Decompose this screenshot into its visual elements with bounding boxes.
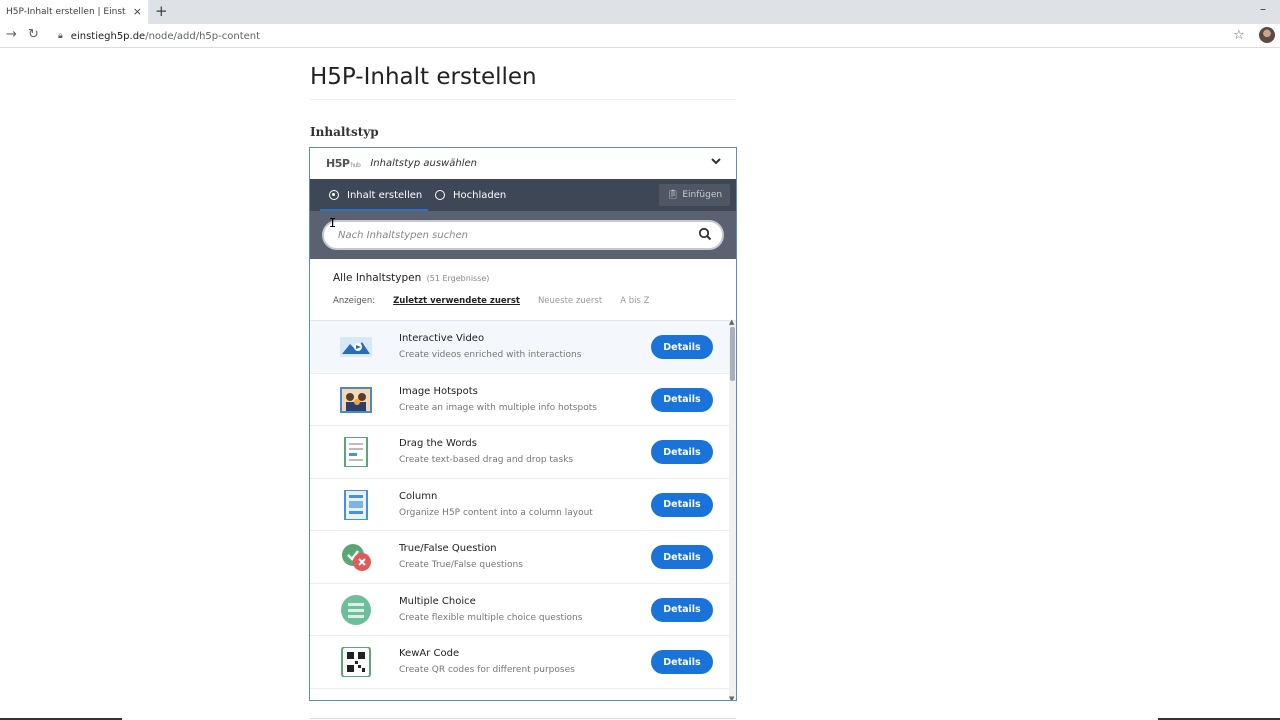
item-desc: Create an image with multiple info hotsp… [399,402,597,413]
hub-logo-text: H5P [326,157,350,170]
sort-label: Anzeigen: [333,296,376,306]
list-item[interactable]: Drag the Words Create text-based drag an… [310,426,730,479]
clipboard-icon: 📋︎ [666,190,679,200]
item-title: Multiple Choice [399,595,476,607]
paste-button[interactable]: 📋︎ Einfügen [659,184,730,206]
tab-close-icon[interactable]: × [133,5,142,18]
profile-avatar[interactable] [1259,27,1275,43]
chevron-down-icon[interactable] [710,155,722,167]
true-false-icon [342,544,371,571]
item-desc: Organize H5P content into a column layou… [399,507,593,518]
scroll-thumb[interactable] [730,327,735,381]
item-desc: Create True/False questions [399,560,523,570]
drag-the-words-icon [344,437,368,467]
lock-icon: 🔒︎ [58,31,63,41]
title-divider [310,99,736,100]
details-button[interactable]: Details [651,440,713,464]
scroll-up-icon[interactable]: ▲ [729,318,734,326]
results-title: Alle Inhaltstypen (51 Ergebnisse) [333,272,489,284]
details-button[interactable]: Details [651,650,713,674]
page-title: H5P-Inhalt erstellen [310,64,537,90]
item-desc: Create flexible multiple choice question… [399,612,583,623]
hub-logo-sub: hub [350,162,361,169]
item-desc: Create QR codes for different purposes [399,665,575,675]
item-title: KewAr Code [399,648,460,659]
reload-icon[interactable]: ↻ [28,27,39,42]
hub-header[interactable]: H5Phub Inhaltstyp auswählen [310,148,736,179]
paste-label: Einfügen [682,190,723,200]
browser-toolbar: → ↻ 🔒︎ einstiegh5p.de/node/add/h5p-conte… [0,24,1280,48]
address-bar[interactable]: 🔒︎ einstiegh5p.de/node/add/h5p-content [52,26,1252,46]
item-desc: Create videos enriched with interactions [399,350,582,360]
bookmark-star-icon[interactable]: ☆ [1233,28,1245,43]
content-type-label: Inhaltstyp [310,125,379,139]
item-title: True/False Question [399,543,497,554]
details-button[interactable]: Details [651,492,713,517]
details-button[interactable]: Details [651,335,713,359]
list-item[interactable]: Interactive Video Create videos enriched… [310,321,730,374]
item-title: Drag the Words [399,438,477,449]
tab-upload-label: Hochladen [453,189,507,201]
sort-a-to-z[interactable]: A bis Z [620,296,649,306]
sort-row: Anzeigen: Zuletzt verwendete zuerst Neue… [333,296,667,306]
hub-tabs: Inhalt erstellen Hochladen 📋︎ Einfügen [310,179,736,211]
details-button[interactable]: Details [651,545,713,569]
details-button[interactable]: Details [651,597,713,622]
qr-code-icon [341,647,371,677]
url-text: einstiegh5p.de/node/add/h5p-content [71,31,260,42]
url-path: /node/add/h5p-content [145,30,261,42]
list-scrollbar[interactable]: ▲ ▼ [729,318,736,700]
hub-select-text: Inhaltstyp auswählen [370,158,477,169]
image-hotspots-icon [340,386,372,413]
h5p-hub-logo: H5Phub [326,157,361,170]
item-title: Interactive Video [399,333,485,344]
list-item[interactable]: Column Organize H5P content into a colum… [310,478,730,531]
search-icon[interactable] [698,227,712,241]
search-box[interactable] [322,220,724,250]
search-area [310,211,736,259]
radio-unselected-icon [435,190,445,200]
tab-title: H5P-Inhalt erstellen | Einstieg [6,7,126,17]
item-desc: Create text-based drag and drop tasks [399,455,574,465]
window-minimize-icon[interactable]: – [1260,2,1266,16]
item-title: Column [399,490,438,502]
tab-upload[interactable]: Hochladen [435,179,506,211]
tab-create-label: Inhalt erstellen [347,189,423,201]
text-cursor-icon: I [329,216,337,230]
bottom-divider [310,718,736,719]
sort-recently-used[interactable]: Zuletzt verwendete zuerst [393,296,520,306]
forward-icon[interactable]: → [6,27,17,42]
interactive-video-icon [340,337,372,357]
search-input[interactable] [338,229,678,241]
results-header: Alle Inhaltstypen (51 Ergebnisse) Anzeig… [310,259,736,321]
browser-tabbar: H5P-Inhalt erstellen | Einstieg × + – [0,0,1280,24]
radio-selected-icon [329,190,339,200]
results-title-text: Alle Inhaltstypen [333,272,422,284]
list-item[interactable]: Image Hotspots Create an image with mult… [310,373,730,426]
tab-create-content[interactable]: Inhalt erstellen [329,179,422,211]
new-tab-icon[interactable]: + [155,2,168,20]
list-item[interactable]: True/False Question Create True/False qu… [310,531,730,584]
multiple-choice-icon [341,594,371,625]
h5p-hub: H5Phub Inhaltstyp auswählen Inhalt erste… [309,147,737,701]
column-icon [344,489,368,520]
item-title: Image Hotspots [399,385,478,397]
sort-newest[interactable]: Neueste zuerst [538,296,602,306]
url-host: einstiegh5p.de [70,30,146,42]
list-item[interactable]: KewAr Code Create QR codes for different… [310,636,730,689]
scroll-down-icon[interactable]: ▼ [729,695,734,700]
browser-tab[interactable]: H5P-Inhalt erstellen | Einstieg × [0,0,148,24]
content-type-list: Interactive Video Create videos enriched… [310,321,730,700]
details-button[interactable]: Details [651,387,713,412]
list-item[interactable]: Multiple Choice Create flexible multiple… [310,583,730,636]
results-count: (51 Ergebnisse) [426,274,490,283]
